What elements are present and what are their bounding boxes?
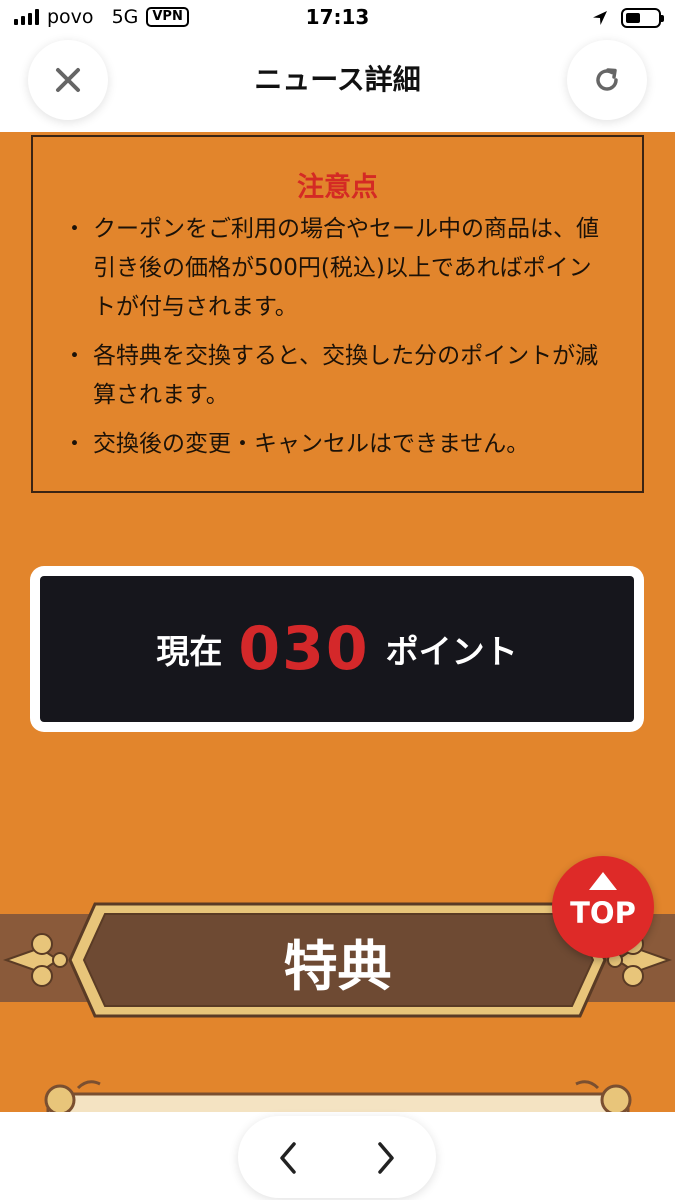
points-panel: 現在 030 ポイント bbox=[30, 566, 644, 732]
back-button[interactable] bbox=[268, 1138, 308, 1178]
reward-card-top bbox=[44, 1080, 632, 1112]
forward-button[interactable] bbox=[366, 1138, 406, 1178]
status-bar: povo 5G VPN 17:13 bbox=[0, 0, 675, 36]
notice-list: クーポンをご利用の場合やセール中の商品は、値引き後の価格が500円(税込)以上で… bbox=[63, 210, 612, 464]
points-value: 030 bbox=[238, 614, 370, 684]
reload-icon bbox=[596, 68, 618, 91]
battery-icon bbox=[621, 8, 664, 28]
notice-heading: 注意点 bbox=[297, 172, 378, 203]
notice-item: クーポンをご利用の場合やセール中の商品は、値引き後の価格が500円(税込)以上で… bbox=[63, 210, 612, 327]
news-content[interactable]: 注意点 クーポンをご利用の場合やセール中の商品は、値引き後の価格が500円(税込… bbox=[0, 132, 675, 1112]
chevron-left-icon bbox=[280, 1142, 296, 1174]
notice-item: 各特典を交換すると、交換した分のポイントが減算されます。 bbox=[63, 337, 612, 415]
scroll-top-button[interactable]: TOP bbox=[552, 856, 654, 958]
arrow-up-icon bbox=[589, 872, 617, 890]
reload-button[interactable] bbox=[567, 40, 647, 120]
location-arrow-icon bbox=[593, 11, 607, 25]
notice-item: 交換後の変更・キャンセルはできません。 bbox=[63, 425, 612, 464]
notice-box: 注意点 クーポンをご利用の場合やセール中の商品は、値引き後の価格が500円(税込… bbox=[31, 135, 644, 493]
points-prefix: 現在 bbox=[156, 632, 223, 671]
status-time: 17:13 bbox=[305, 5, 370, 29]
bottom-toolbar bbox=[0, 1112, 675, 1200]
app-header: ニュース詳細 bbox=[0, 36, 675, 132]
navigation-pill bbox=[238, 1116, 436, 1198]
scroll-top-label: TOP bbox=[570, 896, 636, 930]
points-suffix: ポイント bbox=[385, 632, 518, 671]
chevron-right-icon bbox=[378, 1142, 394, 1174]
